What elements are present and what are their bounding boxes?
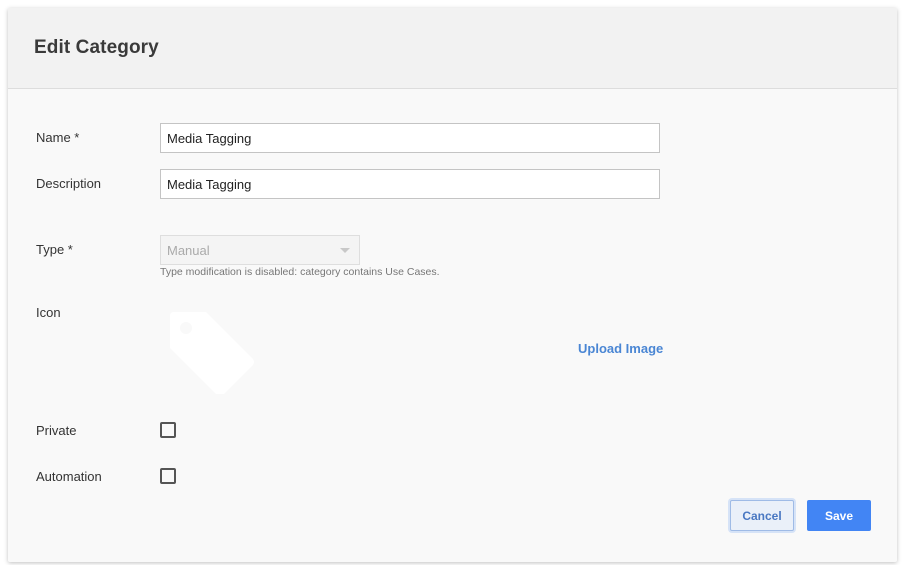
tag-icon	[160, 304, 260, 396]
upload-image-link[interactable]: Upload Image	[578, 341, 663, 356]
name-input[interactable]	[160, 123, 660, 153]
private-label: Private	[36, 423, 77, 438]
icon-label: Icon	[36, 305, 61, 320]
automation-checkbox[interactable]	[160, 468, 176, 484]
type-hint: Type modification is disabled: category …	[160, 266, 440, 278]
chevron-down-icon	[340, 248, 350, 253]
save-button[interactable]: Save	[807, 500, 871, 531]
edit-category-dialog: Edit Category Name * Description Type * …	[8, 8, 897, 562]
private-checkbox[interactable]	[160, 422, 176, 438]
description-input[interactable]	[160, 169, 660, 199]
dialog-header: Edit Category	[8, 8, 897, 89]
dialog-title: Edit Category	[34, 37, 159, 58]
type-label: Type *	[36, 242, 73, 257]
type-select: Manual	[160, 235, 360, 265]
name-label: Name *	[36, 130, 80, 145]
cancel-button[interactable]: Cancel	[730, 500, 794, 531]
automation-label: Automation	[36, 469, 102, 484]
description-label: Description	[36, 176, 102, 191]
type-select-value: Manual	[167, 242, 210, 258]
